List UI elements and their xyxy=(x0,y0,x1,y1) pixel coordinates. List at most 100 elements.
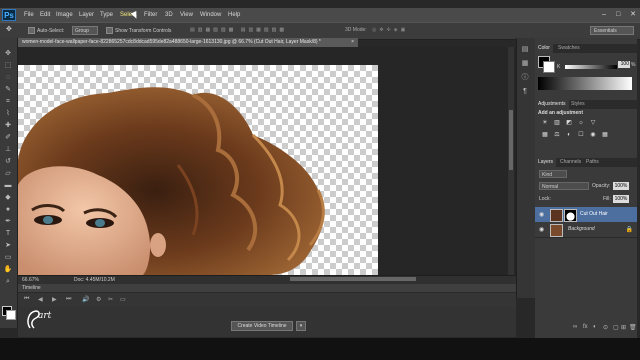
path-select-icon[interactable]: ➤ xyxy=(3,242,13,250)
color-background-swatch[interactable] xyxy=(543,61,555,73)
tab-styles[interactable]: Styles xyxy=(568,100,588,109)
create-video-timeline-button[interactable]: Create Video Timeline xyxy=(231,321,293,331)
tab-color[interactable]: Color xyxy=(535,44,553,53)
color-ramp[interactable] xyxy=(538,77,632,90)
crop-tool-icon[interactable]: ⌗ xyxy=(3,98,13,106)
zoom-level[interactable]: 66.67% xyxy=(22,276,39,284)
horizontal-scroll-thumb[interactable] xyxy=(290,277,416,281)
gradient-tool-icon[interactable]: ▬ xyxy=(3,182,13,190)
audio-icon[interactable]: 🔊 xyxy=(82,296,89,303)
info-icon[interactable]: ⓘ xyxy=(520,74,530,82)
menu-type[interactable]: Type xyxy=(100,8,113,22)
menu-image[interactable]: Image xyxy=(56,8,73,22)
zoom-tool-icon[interactable]: ⌕ xyxy=(3,278,13,286)
hue-saturation-icon[interactable]: ▦ xyxy=(541,131,549,139)
next-frame-icon[interactable]: ⏭ xyxy=(66,296,71,303)
menu-filter[interactable]: Filter xyxy=(144,8,157,22)
first-frame-icon[interactable]: ⏮ xyxy=(24,296,29,303)
channel-mixer-icon[interactable]: ◉ xyxy=(589,131,597,139)
k-value-field[interactable]: 100 xyxy=(618,61,630,68)
minimize-icon[interactable]: – xyxy=(602,11,606,18)
layer-style-icon[interactable]: fx xyxy=(583,324,588,330)
tab-adjustments[interactable]: Adjustments xyxy=(535,100,569,109)
levels-icon[interactable]: ▥ xyxy=(553,119,561,127)
dodge-tool-icon[interactable]: ● xyxy=(3,206,13,214)
black-white-icon[interactable]: ◐ xyxy=(565,131,573,139)
split-icon[interactable]: ✂ xyxy=(108,296,113,303)
clone-stamp-icon[interactable]: ⊥ xyxy=(3,146,13,154)
quick-select-icon[interactable]: ✎ xyxy=(3,86,13,94)
tab-channels[interactable]: Channels xyxy=(557,158,584,167)
color-lookup-icon[interactable]: ▦ xyxy=(601,131,609,139)
close-icon[interactable]: ✕ xyxy=(630,11,636,18)
tab-paths[interactable]: Paths xyxy=(583,158,602,167)
move-tool-icon[interactable]: ✥ xyxy=(3,50,13,58)
3d-mode-icons[interactable]: ◎✥✣◈▣ xyxy=(372,27,408,33)
blend-mode-dropdown[interactable]: Normal xyxy=(539,182,589,190)
tab-layers[interactable]: Layers xyxy=(535,158,557,167)
color-balance-icon[interactable]: ⚖ xyxy=(553,131,561,139)
marquee-tool-icon[interactable]: ⬚ xyxy=(3,62,13,70)
hand-tool-icon[interactable]: ✋ xyxy=(3,266,13,274)
add-mask-icon[interactable]: ⊙ xyxy=(603,324,608,331)
document-tab[interactable]: women-model-face-wallpaper-face-82286525… xyxy=(18,38,358,47)
layer-row-background[interactable]: ◉ Background 🔒 xyxy=(535,222,637,238)
layer-filter-kind[interactable]: Kind xyxy=(539,170,567,178)
vibrance-icon[interactable]: ▽ xyxy=(589,119,597,127)
auto-select-dropdown[interactable]: Group xyxy=(72,26,98,35)
close-document-icon[interactable]: × xyxy=(351,38,354,47)
layer-mask-thumbnail[interactable] xyxy=(564,209,577,222)
transition-icon[interactable]: ▭ xyxy=(120,296,126,303)
blur-tool-icon[interactable]: ◆ xyxy=(3,194,13,202)
play-icon[interactable]: ▶ xyxy=(52,296,57,303)
properties-icon[interactable]: ▦ xyxy=(520,60,530,68)
curves-icon[interactable]: ◩ xyxy=(565,119,573,127)
paragraph-icon[interactable]: ¶ xyxy=(520,88,530,96)
tab-swatches[interactable]: Swatches xyxy=(555,44,583,53)
prev-frame-icon[interactable]: ◀ xyxy=(38,296,43,303)
show-transform-checkbox[interactable]: Show Transform Controls xyxy=(106,27,171,34)
adjustment-layer-icon[interactable]: ◐ xyxy=(593,324,597,330)
eyedropper-icon[interactable]: ⌇ xyxy=(3,110,13,118)
workspace-dropdown[interactable]: Essentials xyxy=(590,26,634,35)
background-color-swatch[interactable] xyxy=(6,310,16,320)
menu-edit[interactable]: Edit xyxy=(40,8,50,22)
fill-field[interactable]: 100% xyxy=(613,195,629,203)
visibility-eye-icon[interactable]: ◉ xyxy=(539,226,544,233)
align-icons[interactable]: ▤▥▦▧▨▩ ▤▥▦▧▨▩ xyxy=(190,27,287,33)
lasso-tool-icon[interactable]: ◌ xyxy=(3,74,13,82)
visibility-eye-icon[interactable]: ◉ xyxy=(539,211,544,218)
brightness-icon[interactable]: ☀ xyxy=(541,119,549,127)
new-layer-icon[interactable]: ⊞ xyxy=(621,324,626,331)
pen-tool-icon[interactable]: ✒ xyxy=(3,218,13,226)
shape-tool-icon[interactable]: ▭ xyxy=(3,254,13,262)
layer-row-cut-out-hair[interactable]: ◉ Cut Out Hair xyxy=(535,207,637,223)
menu-window[interactable]: Window xyxy=(200,8,221,22)
menu-view[interactable]: View xyxy=(180,8,193,22)
settings-icon[interactable]: ⚙ xyxy=(96,296,101,303)
eraser-tool-icon[interactable]: ▱ xyxy=(3,170,13,178)
trash-icon[interactable]: 🗑 xyxy=(629,324,637,331)
auto-select-checkbox[interactable]: Auto-Select: xyxy=(28,27,64,34)
vertical-scroll-thumb[interactable] xyxy=(509,110,513,170)
menu-help[interactable]: Help xyxy=(228,8,240,22)
photo-filter-icon[interactable]: ☐ xyxy=(577,131,585,139)
opacity-field[interactable]: 100% xyxy=(613,182,629,190)
healing-brush-icon[interactable]: ✚ xyxy=(3,122,13,130)
new-group-icon[interactable]: ▢ xyxy=(613,324,619,331)
document-canvas[interactable] xyxy=(18,65,378,275)
brush-tool-icon[interactable]: ✐ xyxy=(3,134,13,142)
menu-3d[interactable]: 3D xyxy=(165,8,173,22)
type-tool-icon[interactable]: T xyxy=(3,230,13,238)
link-layers-icon[interactable]: ∞ xyxy=(573,324,577,330)
maximize-icon[interactable]: □ xyxy=(616,11,620,18)
history-icon[interactable]: ▤ xyxy=(520,46,530,54)
layers-panel-tabs: Layers Channels Paths xyxy=(535,158,637,167)
k-slider[interactable] xyxy=(565,65,617,69)
chevron-down-icon[interactable]: ▾ xyxy=(296,321,306,331)
history-brush-icon[interactable]: ↺ xyxy=(3,158,13,166)
menu-file[interactable]: File xyxy=(24,8,34,22)
exposure-icon[interactable]: ☼ xyxy=(577,119,585,127)
menu-layer[interactable]: Layer xyxy=(79,8,94,22)
move-tool-icon[interactable]: ✥ xyxy=(6,25,12,33)
